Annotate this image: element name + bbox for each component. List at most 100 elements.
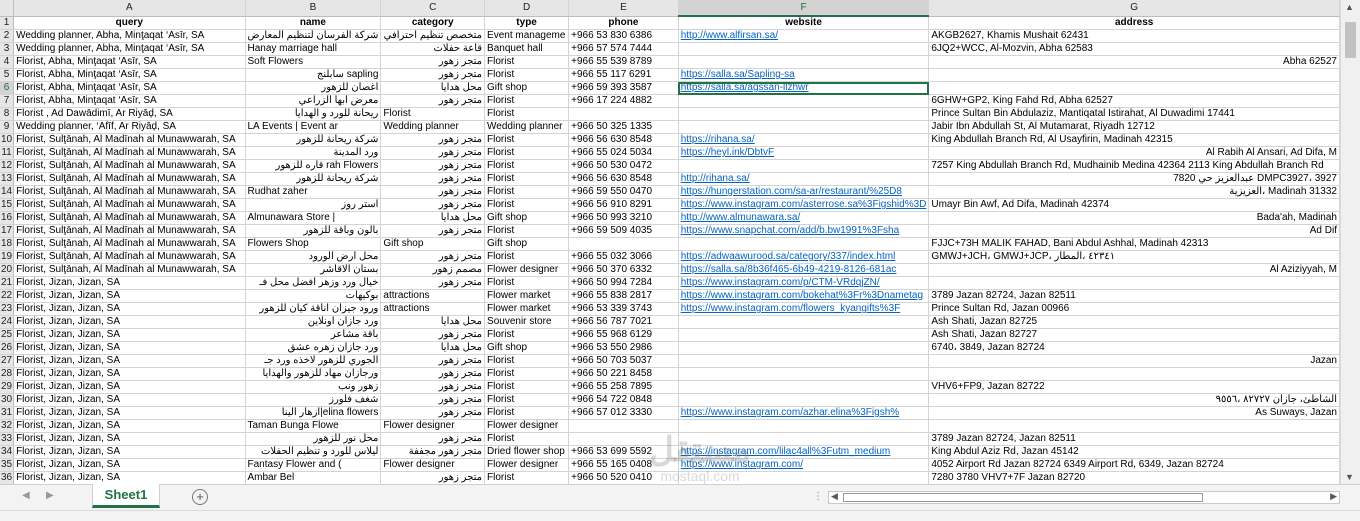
- cell-f16[interactable]: http://www.almunawara.sa/: [678, 211, 930, 225]
- cell-a18[interactable]: Florist, Sulţānah, Al Madīnah al Munawwa…: [13, 237, 246, 251]
- cell-b9[interactable]: LA Events | Event ar: [245, 120, 382, 134]
- cell-e1[interactable]: phone: [568, 16, 679, 30]
- row-header[interactable]: 3: [0, 42, 15, 56]
- row-header[interactable]: 9: [0, 120, 15, 134]
- cell-d19[interactable]: Florist: [484, 250, 570, 264]
- cell-e14[interactable]: +966 59 550 0470: [568, 185, 679, 199]
- cell-d36[interactable]: Florist: [484, 471, 570, 484]
- spreadsheet-grid[interactable]: ABCDEFG 1 query name category type phone websi…: [0, 0, 1340, 484]
- row-header[interactable]: 36: [0, 471, 15, 484]
- cell-c36[interactable]: متجر زهور: [380, 471, 486, 484]
- cell-b34[interactable]: ليلاس للورد و تنظيم الحفلات: [245, 445, 382, 459]
- row-header[interactable]: 5: [0, 68, 15, 82]
- cell-b30[interactable]: شغف فلورز: [245, 393, 382, 407]
- row-header[interactable]: 28: [0, 367, 15, 381]
- row-header[interactable]: 23: [0, 302, 15, 316]
- cell-c34[interactable]: متجر زهور مجففة: [380, 445, 486, 459]
- row-header[interactable]: 8: [0, 107, 15, 121]
- cell-g31[interactable]: As Suways, Jazan: [928, 406, 1340, 420]
- cell-f11[interactable]: https://heyl.ink/DbtvF: [678, 146, 930, 160]
- cell-d16[interactable]: Gift shop: [484, 211, 570, 225]
- cell-d26[interactable]: Gift shop: [484, 341, 570, 355]
- cell-g10[interactable]: King Abdullah Branch Rd, Al Usayfirin, M…: [928, 133, 1340, 147]
- cell-b6[interactable]: اغصان للزهور: [245, 81, 382, 95]
- row-header[interactable]: 11: [0, 146, 15, 160]
- cell-d28[interactable]: Florist: [484, 367, 570, 381]
- cell-d8[interactable]: Florist: [484, 107, 570, 121]
- cell-e11[interactable]: +966 55 024 5034: [568, 146, 679, 160]
- cell-g34[interactable]: King Abdul Aziz Rd, Jazan 45142: [928, 445, 1340, 459]
- cell-a26[interactable]: Florist, Jizan, Jizan, SA: [13, 341, 246, 355]
- cell-c16[interactable]: محل هدايا: [380, 211, 486, 225]
- sheet-tab-sheet1[interactable]: Sheet1: [92, 484, 160, 508]
- tab-split-handle-icon[interactable]: ⋮: [813, 491, 823, 502]
- row-header[interactable]: 6: [0, 81, 15, 95]
- cell-g15[interactable]: Umayr Bin Awf, Ad Difa, Madinah 42374: [928, 198, 1340, 212]
- select-all-corner[interactable]: [0, 0, 15, 17]
- row-header[interactable]: 31: [0, 406, 15, 420]
- cell-e31[interactable]: +966 57 012 3330: [568, 406, 679, 420]
- cell-a10[interactable]: Florist, Sulţānah, Al Madīnah al Munawwa…: [13, 133, 246, 147]
- cell-b32[interactable]: Taman Bunga Flowe: [245, 419, 382, 433]
- cell-c32[interactable]: Flower designer: [380, 419, 486, 433]
- scroll-left-arrow-icon[interactable]: ◀: [831, 491, 838, 502]
- row-header[interactable]: 18: [0, 237, 15, 251]
- cell-b13[interactable]: شركة ريحانة للزهور: [245, 172, 382, 186]
- row-header[interactable]: 16: [0, 211, 15, 225]
- cell-e8[interactable]: [568, 107, 679, 121]
- cell-f34[interactable]: https://instagram.com/lilac4all%3Futm_me…: [678, 445, 930, 459]
- column-header-a[interactable]: A: [13, 0, 246, 17]
- cell-g23[interactable]: Prince Sultan Rd, Jazan 00966: [928, 302, 1340, 316]
- cell-b10[interactable]: شركة ريحانة للزهور: [245, 133, 382, 147]
- cell-c22[interactable]: attractions: [380, 289, 486, 303]
- cell-e25[interactable]: +966 55 968 6129: [568, 328, 679, 342]
- cell-c18[interactable]: Gift shop: [380, 237, 486, 251]
- cell-a22[interactable]: Florist, Jizan, Jizan, SA: [13, 289, 246, 303]
- cell-d10[interactable]: Florist: [484, 133, 570, 147]
- cell-c21[interactable]: متجر زهور: [380, 276, 486, 290]
- cell-b25[interactable]: باقة مشاعر: [245, 328, 382, 342]
- cell-b3[interactable]: Hanay marriage hall: [245, 42, 382, 56]
- vertical-scrollbar[interactable]: ▲ ▼: [1340, 0, 1360, 484]
- cell-c11[interactable]: متجر زهور: [380, 146, 486, 160]
- cell-d3[interactable]: Banquet hall: [484, 42, 570, 56]
- cell-f26[interactable]: [678, 341, 930, 355]
- cell-f14[interactable]: https://hungerstation.com/sa-ar/restaura…: [678, 185, 930, 199]
- cell-b24[interactable]: ورد جازان اونلاين: [245, 315, 382, 329]
- row-header[interactable]: 34: [0, 445, 15, 459]
- cell-a31[interactable]: Florist, Jizan, Jizan, SA: [13, 406, 246, 420]
- cell-g4[interactable]: Abha 62527: [928, 55, 1340, 69]
- cell-d17[interactable]: Florist: [484, 224, 570, 238]
- cell-c24[interactable]: محل هدايا: [380, 315, 486, 329]
- row-header[interactable]: 10: [0, 133, 15, 147]
- cell-c10[interactable]: متجر زهور: [380, 133, 486, 147]
- cell-f30[interactable]: [678, 393, 930, 407]
- cell-d4[interactable]: Florist: [484, 55, 570, 69]
- cell-g14[interactable]: Madinah 31332 ،العزيزية: [928, 185, 1340, 199]
- cell-a5[interactable]: Florist, Abha, Minţaqat ‘Asīr, SA: [13, 68, 246, 82]
- cell-g1[interactable]: address: [928, 16, 1340, 30]
- cell-f5[interactable]: https://salla.sa/Sapling-sa: [678, 68, 930, 82]
- cell-b8[interactable]: ريحانة للورد و الهدايا: [245, 107, 382, 121]
- cell-f20[interactable]: https://salla.sa/8b36f465-6b49-4219-8126…: [678, 263, 930, 277]
- cell-e32[interactable]: [568, 419, 679, 433]
- cell-a13[interactable]: Florist, Sulţānah, Al Madīnah al Munawwa…: [13, 172, 246, 186]
- cell-d29[interactable]: Florist: [484, 380, 570, 394]
- cell-d30[interactable]: Florist: [484, 393, 570, 407]
- row-header[interactable]: 25: [0, 328, 15, 342]
- row-header[interactable]: 24: [0, 315, 15, 329]
- cell-e10[interactable]: +966 56 630 8548: [568, 133, 679, 147]
- cell-d13[interactable]: Florist: [484, 172, 570, 186]
- cell-f15[interactable]: https://www.instagram.com/asterrose.sa%3…: [678, 198, 930, 212]
- cell-e33[interactable]: [568, 432, 679, 446]
- row-header[interactable]: 12: [0, 159, 15, 173]
- cell-f24[interactable]: [678, 315, 930, 329]
- cell-c23[interactable]: attractions: [380, 302, 486, 316]
- cell-f23[interactable]: https://www.instagram.com/flowers_kyangi…: [678, 302, 930, 316]
- cell-f27[interactable]: [678, 354, 930, 368]
- cell-g17[interactable]: Ad Dif: [928, 224, 1340, 238]
- cell-d34[interactable]: Dried flower shop: [484, 445, 570, 459]
- cell-f35[interactable]: https://www.instagram.com/: [678, 458, 930, 472]
- cell-f3[interactable]: [678, 42, 930, 56]
- cell-c29[interactable]: متجر زهور: [380, 380, 486, 394]
